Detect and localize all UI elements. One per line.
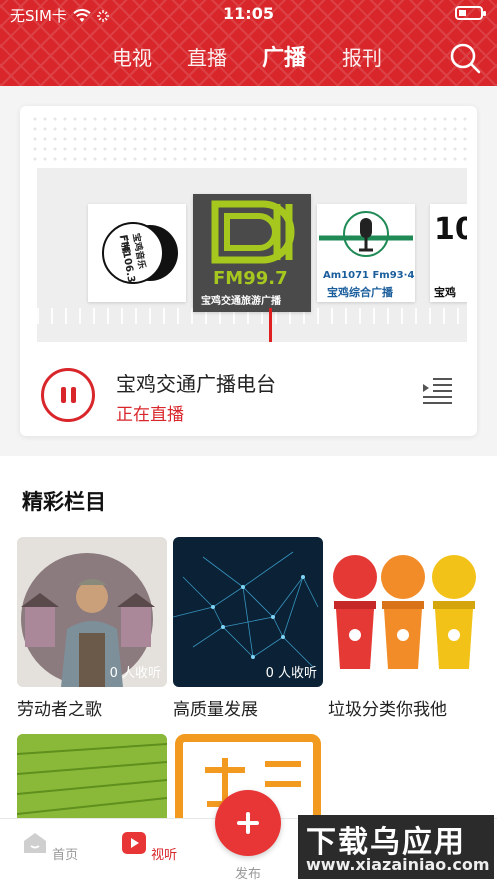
tab-newspaper[interactable]: 报刊 (342, 42, 382, 71)
pause-button[interactable] (41, 368, 95, 422)
station-sub-label: 宝鸡 (434, 286, 456, 299)
tab-home[interactable]: 首页 (20, 831, 80, 863)
tab-label: 首页 (52, 848, 79, 863)
program-card-garbage-sorting[interactable]: 垃圾分类你我他 (328, 537, 478, 720)
program-card-worker-song[interactable]: 0 人收听 劳动者之歌 (17, 537, 167, 720)
station-label: 10 (434, 212, 467, 247)
section-title: 精彩栏目 (22, 490, 106, 514)
program-card-quality-development[interactable]: 0 人收听 高质量发展 (173, 537, 323, 720)
microphone-icon (319, 211, 413, 257)
tab-label: 视听 (151, 848, 178, 863)
tab-publish[interactable]: 发布 (218, 863, 278, 882)
clock: 11:05 (223, 4, 274, 23)
station-tile-am1071[interactable]: Am1071 Fm93·4 宝鸡综合广播 (317, 204, 415, 302)
station-name: 宝鸡交通广播电台 (116, 372, 276, 396)
program-thumbnail (328, 537, 478, 687)
station-tile-fm997[interactable]: FM99.7 宝鸡交通旅游广播 (193, 194, 311, 312)
station-tile-fm1063[interactable]: FM106.3 宝鸡音乐广播 (88, 204, 186, 302)
watermark-logo: 下载乌应用 www.xiazainiao.com (298, 815, 494, 879)
rice-field-image (17, 734, 167, 818)
program-thumbnail: 0 人收听 (173, 537, 323, 687)
publish-plus-button[interactable] (215, 790, 281, 856)
watermark-url: www.xiazainiao.com (306, 855, 490, 874)
playlist-icon[interactable] (421, 376, 453, 406)
search-icon[interactable] (449, 42, 481, 74)
tab-media[interactable]: 视听 (119, 831, 179, 863)
radio-player-card: FM106.3 宝鸡音乐广播 FM99.7 宝鸡交通旅游广播 Am1071 Fm… (20, 106, 477, 436)
recycling-bins-image (333, 555, 476, 669)
station-tile-partial[interactable]: 10 宝鸡 (430, 204, 467, 302)
program-thumbnail: 0 人收听 (17, 537, 167, 687)
battery-icon (455, 6, 486, 20)
station-sub-label: 宝鸡交通旅游广播 (201, 296, 281, 307)
station-sub-label: 宝鸡综合广播 (327, 286, 393, 299)
live-status: 正在直播 (116, 405, 184, 425)
station-label: Am1071 Fm93·4 (323, 270, 415, 281)
status-bar: 无SIM卡 11:05 (0, 0, 497, 28)
tab-radio[interactable]: 广播 (262, 40, 306, 72)
top-header: 无SIM卡 11:05 电视 直播 广播 报刊 (0, 0, 497, 86)
home-icon (23, 833, 46, 853)
tab-label: 发布 (234, 867, 261, 882)
listener-count: 0 人收听 (265, 666, 317, 681)
top-nav: 电视 直播 广播 报刊 (0, 40, 497, 74)
station-label: FM99.7 (213, 268, 288, 289)
dot-pattern (30, 114, 467, 162)
tab-live[interactable]: 直播 (187, 42, 227, 71)
tab-tv[interactable]: 电视 (112, 42, 152, 71)
play-video-icon (121, 832, 146, 854)
dial-marker (269, 308, 272, 342)
program-title: 劳动者之歌 (17, 700, 102, 720)
program-card-rice-field[interactable] (17, 734, 167, 818)
program-title: 高质量发展 (173, 700, 258, 720)
program-title: 垃圾分类你我他 (328, 700, 447, 720)
listener-count: 0 人收听 (109, 666, 161, 681)
station-carousel[interactable]: FM106.3 宝鸡音乐广播 FM99.7 宝鸡交通旅游广播 Am1071 Fm… (37, 168, 467, 342)
